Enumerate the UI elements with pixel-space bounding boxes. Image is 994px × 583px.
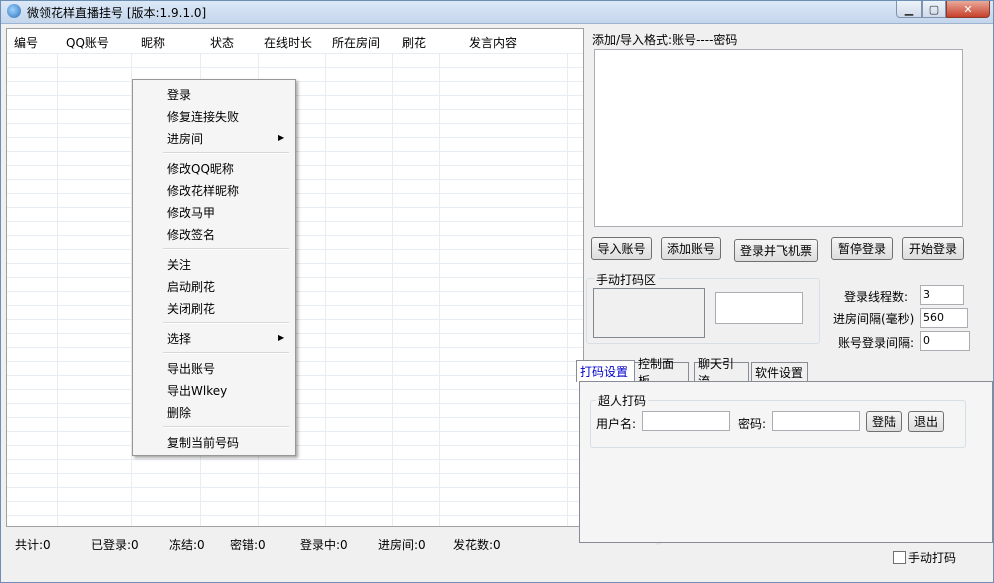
thread-count-label: 登录线程数: [844,290,909,304]
manual-captcha-checkbox[interactable] [893,551,906,564]
grid-row-line [7,473,583,474]
tab-chat-promotion[interactable]: 聊天引流 [694,357,749,388]
captcha-settings-panel: 超人打码 用户名: 密码: 登陆 退出 [579,381,993,543]
col-message[interactable]: 发言内容 [469,34,517,51]
menu-enter-room[interactable]: 进房间 [167,130,203,147]
menu-separator [163,352,289,354]
username-label: 用户名: [596,417,637,431]
app-icon [7,4,21,18]
menu-separator [163,248,289,250]
pause-login-button[interactable]: 暂停登录 [831,237,893,260]
submenu-arrow-icon: ▶ [278,333,285,342]
close-button[interactable]: ✕ [946,1,990,18]
status-total: 共计:0 [15,538,51,552]
title-bar: 微领花样直播挂号 [版本:1.9.1.0] ▁ ▢ ✕ [1,1,993,24]
minimize-icon: ▁ [904,2,914,16]
menu-export-accounts[interactable]: 导出账号 [167,360,215,377]
menu-separator [163,322,289,324]
import-accounts-button[interactable]: 导入账号 [591,237,652,260]
status-flowers: 发花数:0 [453,538,501,552]
status-entering-room: 进房间:0 [378,538,426,552]
status-logging-in: 登录中:0 [300,538,348,552]
grid-row-line [7,515,583,516]
room-interval-label: 进房间隔(毫秒) [833,312,915,326]
menu-separator [163,152,289,154]
tab-control-panel[interactable]: 控制面板 [634,357,689,388]
captcha-logout-button[interactable]: 退出 [908,411,944,432]
context-menu: 登录 修复连接失败 进房间 ▶ 修改QQ昵称 修改花样昵称 修改马甲 修改签名 … [132,79,296,456]
menu-stop-flowers[interactable]: 关闭刷花 [167,300,215,317]
manual-captcha-checkbox-label: 手动打码 [908,551,957,565]
manual-captcha-label: 手动打码区 [594,271,659,288]
menu-edit-vest[interactable]: 修改马甲 [167,204,215,221]
captcha-password-input[interactable] [772,411,860,431]
menu-export-wlkey[interactable]: 导出Wlkey [167,382,227,399]
grid-col-line [392,53,393,526]
minimize-button[interactable]: ▁ [896,1,922,18]
grid-row-line [7,501,583,502]
grid-col-line [325,53,326,526]
thread-count-input[interactable]: 3 [920,285,964,305]
menu-fix-connection[interactable]: 修复连接失败 [167,108,239,125]
account-import-textarea[interactable] [594,49,963,227]
grid-col-line [57,53,58,526]
col-id[interactable]: 编号 [14,34,38,51]
menu-login[interactable]: 登录 [167,86,191,103]
status-wrong-password: 密错:0 [230,538,266,552]
status-frozen: 冻结:0 [169,538,205,552]
maximize-icon: ▢ [928,2,940,16]
window-title: 微领花样直播挂号 [版本:1.9.1.0] [27,6,207,20]
grid-row-line [7,459,583,460]
captcha-login-button[interactable]: 登陆 [866,411,902,432]
tab-software-settings[interactable]: 软件设置 [751,362,808,381]
menu-edit-huayang-nickname[interactable]: 修改花样昵称 [167,182,239,199]
import-format-label: 添加/导入格式:账号----密码 [592,33,738,47]
room-interval-input[interactable]: 560 [920,308,968,328]
grid-col-line [439,53,440,526]
password-label: 密码: [738,417,767,431]
maximize-button[interactable]: ▢ [922,1,946,18]
close-icon: ✕ [963,2,973,16]
grid-row-line [7,67,583,68]
menu-start-flowers[interactable]: 启动刷花 [167,278,215,295]
main-window: www.xiaodao.la 微领花样直播挂号 [版本:1.9.1.0] ▁ ▢… [0,0,994,583]
tab-captcha-settings[interactable]: 打码设置 [576,360,635,382]
menu-follow[interactable]: 关注 [167,256,191,273]
grid-row-line [7,487,583,488]
col-status[interactable]: 状态 [210,34,234,51]
grid-row-line [7,53,583,54]
captcha-input[interactable] [715,292,803,324]
submenu-arrow-icon: ▶ [278,133,285,142]
menu-edit-signature[interactable]: 修改签名 [167,226,215,243]
menu-edit-qq-nickname[interactable]: 修改QQ昵称 [167,160,234,177]
menu-separator [163,426,289,428]
login-interval-label: 账号登录间隔: [838,336,915,350]
captcha-service-label: 超人打码 [596,392,649,409]
login-interval-input[interactable]: 0 [920,331,970,351]
col-flowers[interactable]: 刷花 [402,34,426,51]
col-qq[interactable]: QQ账号 [66,34,109,51]
grid-col-line [567,53,568,526]
add-account-button[interactable]: 添加账号 [661,237,721,260]
menu-select[interactable]: 选择 [167,330,191,347]
status-logged-in: 已登录:0 [91,538,139,552]
list-header: 编号 QQ账号 昵称 状态 在线时长 所在房间 刷花 发言内容 [7,29,583,54]
col-online-time[interactable]: 在线时长 [264,34,312,51]
menu-delete[interactable]: 删除 [167,404,191,421]
menu-copy-number[interactable]: 复制当前号码 [167,434,239,451]
col-nickname[interactable]: 昵称 [141,34,165,51]
captcha-username-input[interactable] [642,411,730,431]
col-room[interactable]: 所在房间 [332,34,380,51]
captcha-image [593,288,705,338]
start-login-button[interactable]: 开始登录 [902,237,964,260]
login-and-ticket-button[interactable]: 登录并飞机票 [734,239,818,262]
